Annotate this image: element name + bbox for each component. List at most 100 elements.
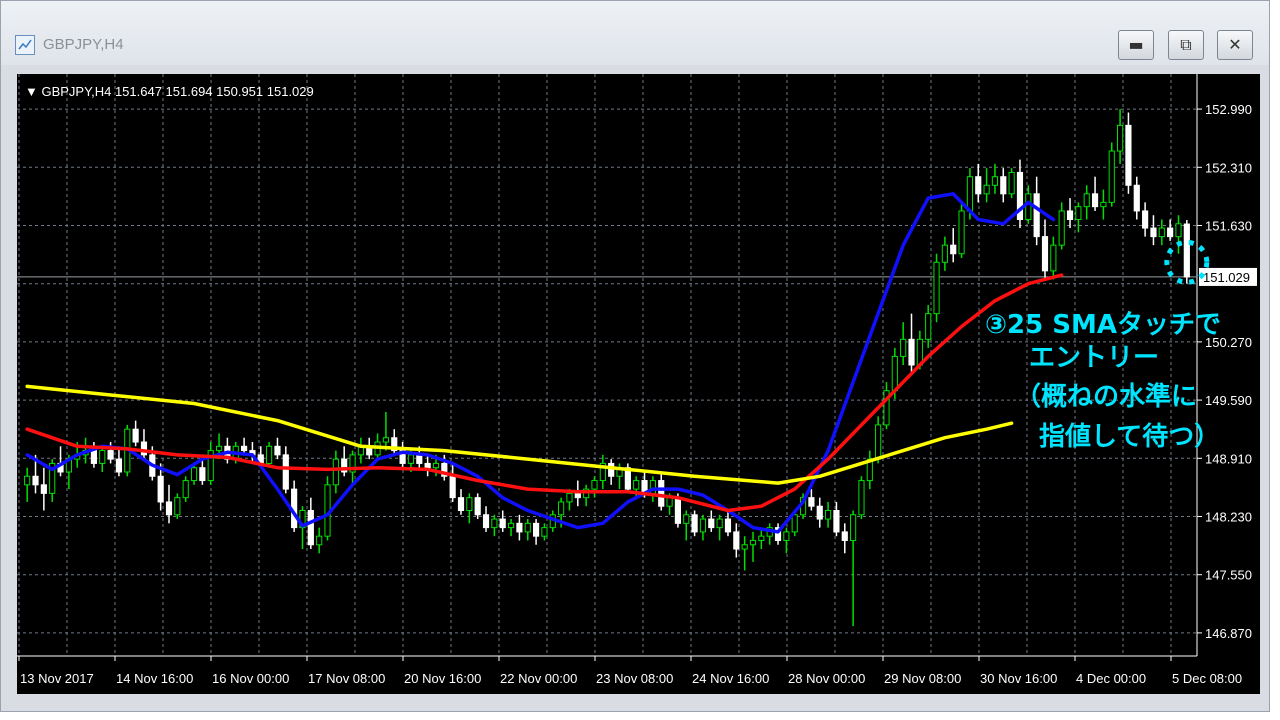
candle-body	[332, 458, 339, 486]
candle-body	[190, 467, 198, 482]
candle-body	[24, 475, 31, 486]
candle-body	[891, 355, 898, 392]
chart-header: ▼ GBPJPY,H4 151.647 151.694 150.951 151.…	[25, 84, 314, 99]
x-tick-label: 4 Dec 00:00	[1076, 671, 1146, 686]
candle-body	[1033, 193, 1040, 238]
candle-body	[741, 544, 748, 550]
candle-body	[958, 210, 965, 255]
candle-body	[1100, 201, 1107, 208]
candle-body	[1150, 227, 1157, 238]
candle-body	[307, 510, 314, 546]
candle-body	[532, 522, 540, 537]
candle-body	[1008, 171, 1015, 195]
candle-body	[749, 539, 757, 546]
candle-body	[950, 244, 957, 255]
candle-body	[666, 497, 673, 507]
chart-window: GBPJPY,H4 ▬ ⧉ ✕ 152.990 152.310 151.630 150…	[0, 0, 1270, 712]
candle-body	[816, 505, 823, 520]
candle-body	[416, 454, 423, 464]
window-title: GBPJPY,H4	[43, 36, 124, 53]
candle-body	[240, 445, 248, 452]
maximize-button[interactable]: ⧉	[1168, 30, 1204, 60]
y-tick-label: 148.230	[1205, 509, 1252, 524]
candle-body	[40, 484, 47, 494]
candle-body	[858, 480, 865, 516]
candle-body	[1142, 210, 1149, 229]
candle-body	[975, 176, 982, 195]
candle-body	[140, 441, 148, 456]
candle-body	[708, 518, 715, 529]
x-tick-label: 22 Nov 00:00	[500, 671, 577, 686]
candle-body	[824, 510, 832, 520]
candle-body	[1025, 193, 1032, 221]
candle-body	[900, 338, 907, 357]
candle-body	[991, 176, 999, 186]
candle-body	[1167, 227, 1174, 238]
candle-body	[658, 480, 665, 507]
candle-body	[316, 535, 323, 546]
candle-body	[282, 454, 289, 490]
candle-body	[591, 480, 598, 490]
candle-body	[199, 467, 206, 482]
y-tick-label: 146.870	[1205, 626, 1252, 641]
candle-body	[524, 522, 531, 533]
price-chart[interactable]: 152.990152.310151.630150.270149.590148.9…	[17, 74, 1260, 694]
candle-body	[558, 501, 565, 516]
candle-body	[516, 522, 523, 533]
candle-body	[566, 492, 573, 503]
y-tick-label: 152.990	[1205, 102, 1252, 117]
candle-body	[1125, 124, 1132, 186]
minimize-button[interactable]: ▬	[1118, 30, 1154, 60]
candle-body	[215, 445, 223, 452]
candle-body	[941, 244, 948, 263]
candle-body	[457, 497, 465, 512]
candle-body	[925, 313, 932, 340]
x-tick-label: 28 Nov 00:00	[788, 671, 865, 686]
candle-body	[683, 514, 690, 524]
candle-body	[783, 531, 790, 541]
candle-body	[808, 497, 815, 507]
candle-body	[1075, 206, 1082, 220]
candle-body	[115, 458, 123, 473]
candle-body	[850, 514, 857, 541]
annotation-text-line: ③25 SMAタッチで	[985, 310, 1221, 340]
candle-body	[1116, 124, 1124, 152]
candle-body	[1091, 193, 1099, 208]
candle-body	[99, 450, 106, 464]
candle-body	[724, 518, 732, 533]
candle-body	[966, 176, 974, 212]
x-tick-label: 24 Nov 16:00	[692, 671, 769, 686]
candle-body	[875, 424, 882, 460]
candle-body	[491, 518, 498, 529]
candle-body	[382, 437, 390, 443]
x-tick-label: 16 Nov 00:00	[212, 671, 289, 686]
title-bar[interactable]: GBPJPY,H4 ▬ ⧉ ✕	[1, 1, 1269, 65]
y-tick-label: 149.590	[1205, 393, 1252, 408]
candle-body	[841, 531, 848, 541]
candle-body	[983, 184, 990, 195]
candle-body	[674, 497, 682, 524]
close-icon: ✕	[1228, 35, 1242, 54]
candle-body	[1058, 210, 1065, 246]
close-button[interactable]: ✕	[1217, 30, 1253, 60]
annotation-text-line: （概ねの水準に	[1015, 381, 1197, 412]
x-tick-label: 30 Nov 16:00	[980, 671, 1057, 686]
chart-area[interactable]: 152.990 152.310 151.630 150.270 149.590 148.9…	[17, 74, 1260, 694]
candle-body	[758, 535, 765, 541]
candle-body	[499, 518, 506, 529]
candle-body	[1000, 176, 1007, 195]
candle-body	[791, 514, 798, 533]
candle-body	[182, 480, 189, 499]
candle-body	[482, 514, 490, 529]
candle-body	[424, 462, 431, 469]
y-tick-label: 152.310	[1205, 160, 1252, 175]
x-tick-label: 5 Dec 08:00	[1172, 671, 1242, 686]
candle-body	[507, 522, 515, 529]
candle-body	[474, 497, 481, 516]
candle-body	[1158, 227, 1165, 238]
candle-body	[274, 445, 281, 456]
candle-body	[1133, 184, 1140, 212]
candle-body	[407, 454, 415, 464]
candle-body	[716, 518, 723, 529]
candle-body	[449, 475, 456, 499]
